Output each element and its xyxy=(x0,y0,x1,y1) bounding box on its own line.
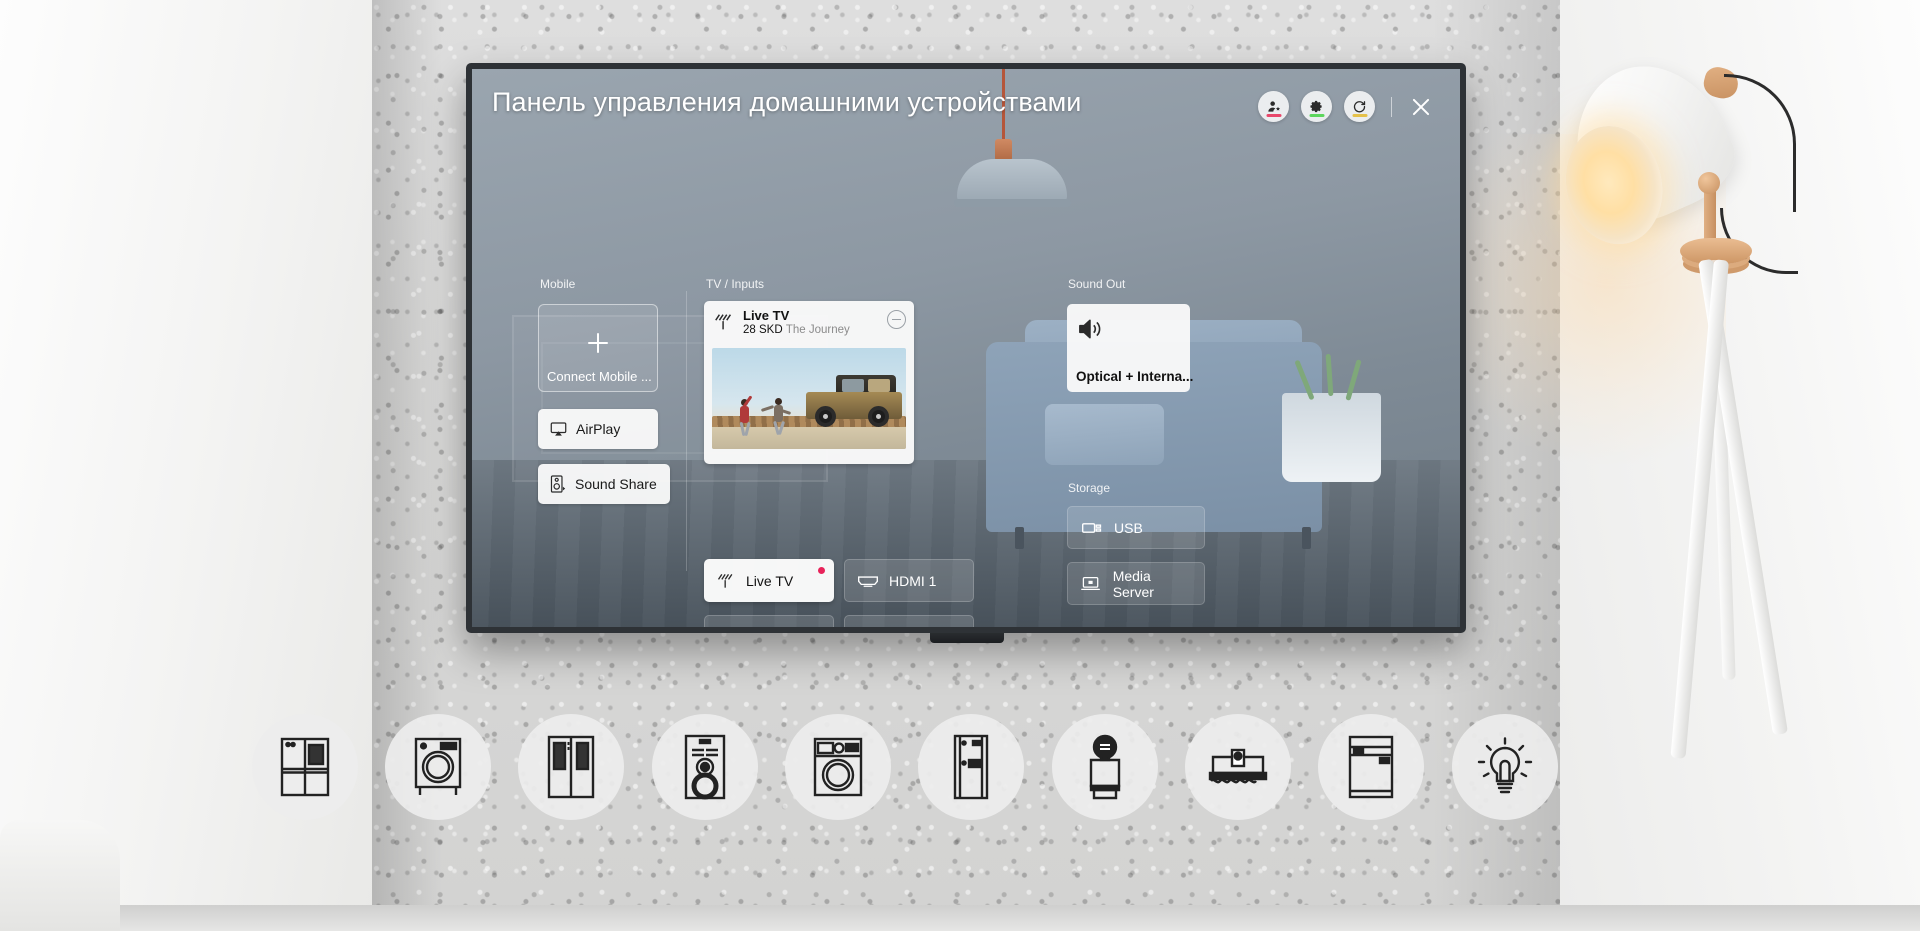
side-by-side-fridge-icon[interactable] xyxy=(518,714,624,820)
live-tv-thumbnail xyxy=(712,348,906,449)
foreground-sofa xyxy=(0,820,120,931)
storage-tile-usb[interactable]: USB xyxy=(1067,506,1205,549)
storage-label-media-server: Media Server xyxy=(1112,567,1154,600)
settings-gear-icon[interactable] xyxy=(1301,91,1332,122)
connect-mobile-tile[interactable]: Connect Mobile ... xyxy=(538,304,658,392)
hdmi-icon xyxy=(858,575,878,587)
usb-icon xyxy=(1082,522,1102,533)
front-load-washer-icon[interactable] xyxy=(785,714,891,820)
close-icon[interactable] xyxy=(1408,94,1434,120)
live-tv-preview-card[interactable]: Live TV 28 SKD The Journey xyxy=(704,301,914,464)
input-label-hdmi-1: HDMI 1 xyxy=(889,572,937,589)
home-dashboard: Панель управления домашними устройствами xyxy=(472,69,1460,627)
speaker-icon xyxy=(1079,319,1101,339)
air-purifier-tower-icon[interactable] xyxy=(1052,714,1158,820)
sound-out-tile[interactable]: Optical + Interna... xyxy=(1067,304,1194,392)
connect-mobile-label: Connect Mobile ... xyxy=(547,369,651,384)
room-scene: Панель управления домашними устройствами xyxy=(0,0,1920,931)
tv-screen: Панель управления домашними устройствами xyxy=(472,69,1460,627)
antenna-icon xyxy=(717,573,733,588)
sound-out-section-label: Sound Out xyxy=(1068,277,1126,291)
tv-inputs-section-label: TV / Inputs xyxy=(706,277,765,291)
sound-share-icon xyxy=(550,475,566,493)
antenna-icon xyxy=(715,314,732,330)
airplay-button[interactable]: AirPlay xyxy=(538,409,658,449)
top-icon-bar xyxy=(1258,91,1434,122)
smart-bulb-icon[interactable] xyxy=(1452,714,1558,820)
input-label-live-tv: Live TV xyxy=(746,572,794,589)
washing-machine-icon[interactable] xyxy=(385,714,491,820)
styler-tower-icon[interactable] xyxy=(652,714,758,820)
lamp-joint xyxy=(1698,172,1720,194)
air-conditioner-icon[interactable] xyxy=(918,714,1024,820)
power-restart-icon[interactable] xyxy=(1344,91,1375,122)
input-tile-hdmi-2[interactable]: HDMI 2 xyxy=(704,615,834,627)
french-door-fridge-icon[interactable] xyxy=(252,714,358,820)
sound-share-label: Sound Share xyxy=(575,476,657,492)
live-tv-badge xyxy=(818,567,825,574)
storage-tile-media-server[interactable]: Media Server xyxy=(1067,562,1205,605)
mobile-section-label: Mobile xyxy=(540,277,576,291)
power-restart-underline xyxy=(1352,114,1367,117)
dishwasher-icon[interactable] xyxy=(1318,714,1424,820)
input-tile-live-tv[interactable]: Live TV xyxy=(704,559,834,602)
page-title: Панель управления домашними устройствами xyxy=(492,87,1082,117)
airplay-icon xyxy=(550,421,567,436)
floor xyxy=(0,905,1920,931)
icon-divider xyxy=(1391,96,1392,117)
tv-stand xyxy=(930,633,1004,643)
minus-circle-icon[interactable] xyxy=(887,310,906,329)
input-tile-hdmi-1[interactable]: HDMI 1 xyxy=(844,559,974,602)
user-profile-icon[interactable] xyxy=(1258,91,1289,122)
storage-label-usb: USB xyxy=(1114,519,1143,536)
live-tv-channel: 28 SKD xyxy=(743,324,783,337)
settings-gear-underline xyxy=(1309,114,1324,117)
tv-frame: Панель управления домашними устройствами xyxy=(466,63,1466,633)
mobile-section-divider xyxy=(686,291,687,571)
live-tv-program: The Journey xyxy=(785,324,850,337)
plus-icon xyxy=(588,333,608,353)
sound-share-button[interactable]: Sound Share xyxy=(538,464,670,504)
robot-vacuum-icon[interactable] xyxy=(1185,714,1291,820)
media-server-icon xyxy=(1081,576,1100,591)
airplay-label: AirPlay xyxy=(576,421,621,437)
input-tile-hdmi-3[interactable]: HDMI 3 xyxy=(844,615,974,627)
appliance-icon-row xyxy=(0,714,1920,834)
live-tv-source-name: Live TV xyxy=(743,308,790,323)
floor-lamp xyxy=(1426,41,1872,800)
sound-out-label: Optical + Interna... xyxy=(1076,369,1194,384)
lamp-cord-upper xyxy=(1724,74,1796,212)
user-profile-underline xyxy=(1266,114,1281,117)
storage-section-label: Storage xyxy=(1068,481,1111,495)
